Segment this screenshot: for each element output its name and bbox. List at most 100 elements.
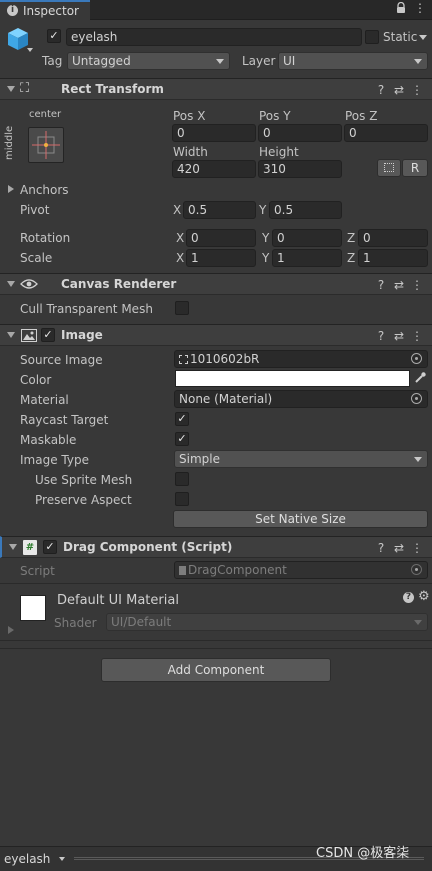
component-title: Image — [61, 328, 103, 342]
tab-inspector[interactable]: i Inspector — [0, 0, 90, 21]
static-dropdown-caret-icon[interactable] — [419, 35, 427, 40]
scale-y-field[interactable]: 1 — [272, 249, 342, 267]
gear-icon[interactable]: ⚙ — [418, 590, 430, 604]
more-options-icon[interactable]: ⋮ — [408, 327, 426, 345]
icon-dropdown-caret-icon[interactable] — [27, 48, 33, 52]
height-field[interactable]: 310 — [258, 160, 342, 178]
eyedropper-icon[interactable] — [413, 371, 427, 385]
rotation-y-field[interactable]: 0 — [272, 229, 342, 247]
anchors-fold-arrow-icon[interactable] — [8, 185, 14, 193]
shader-label: Shader — [54, 616, 97, 630]
help-icon[interactable]: ? — [372, 539, 390, 557]
raycast-target-checkbox[interactable]: ✓ — [175, 412, 189, 426]
presets-icon[interactable]: ⇄ — [390, 539, 408, 557]
shader-value: UI/Default — [111, 615, 172, 629]
pos-x-field[interactable]: 0 — [172, 124, 256, 142]
static-checkbox[interactable] — [365, 30, 379, 44]
static-label: Static — [383, 30, 418, 44]
scale-x-field[interactable]: 1 — [186, 249, 256, 267]
active-checkbox[interactable]: ✓ — [47, 29, 61, 43]
layer-dropdown[interactable]: UI — [278, 52, 428, 70]
material-name: Default UI Material — [57, 593, 179, 608]
anchors-label[interactable]: Anchors — [20, 182, 69, 198]
fold-arrow-icon[interactable] — [7, 86, 15, 92]
object-picker-icon[interactable] — [411, 393, 422, 404]
maskable-checkbox[interactable]: ✓ — [175, 432, 189, 446]
material-preview-thumbnail — [20, 595, 46, 621]
set-native-size-button[interactable]: Set Native Size — [173, 510, 428, 528]
presets-icon[interactable]: ⇄ — [390, 276, 408, 294]
help-icon[interactable]: ? — [403, 592, 414, 603]
material-field[interactable]: None (Material) — [174, 390, 428, 408]
fold-arrow-icon[interactable] — [9, 544, 17, 550]
material-fold-arrow-icon[interactable] — [8, 626, 14, 634]
object-name-field[interactable]: eyelash — [66, 28, 362, 46]
presets-icon[interactable]: ⇄ — [390, 327, 408, 345]
help-icon[interactable]: ? — [372, 81, 390, 99]
more-options-icon[interactable]: ⋮ — [408, 276, 426, 294]
color-swatch[interactable] — [175, 370, 410, 387]
image-type-dropdown[interactable]: Simple — [174, 450, 428, 468]
pivot-x-label: X — [173, 203, 182, 217]
add-component-button[interactable]: Add Component — [101, 658, 331, 682]
pos-z-label: Pos Z — [345, 109, 378, 123]
rotation-label: Rotation — [20, 231, 71, 245]
presets-icon[interactable]: ⇄ — [390, 81, 408, 99]
rotation-x-label: X — [176, 231, 185, 245]
footer-object-selector[interactable]: eyelash — [4, 851, 68, 867]
more-options-icon[interactable]: ⋮ — [414, 1, 426, 15]
pos-z-field[interactable]: 0 — [344, 124, 428, 142]
script-field: DragComponent — [174, 561, 428, 579]
cull-transparent-mesh-checkbox[interactable] — [175, 301, 189, 315]
image-type-label: Image Type — [20, 453, 89, 467]
anchor-preset-icon — [32, 131, 60, 159]
rect-transform-header[interactable]: ⛶ Rect Transform ? ⇄ ⋮ — [0, 78, 432, 100]
canvas-renderer-header[interactable]: Canvas Renderer ? ⇄ ⋮ — [0, 273, 432, 295]
pivot-y-field[interactable]: 0.5 — [269, 201, 342, 219]
material-value: None (Material) — [179, 392, 273, 406]
pos-y-label: Pos Y — [259, 109, 291, 123]
fold-arrow-icon[interactable] — [7, 332, 15, 338]
maskable-label: Maskable — [20, 433, 77, 447]
scale-link-icon[interactable] — [8, 253, 16, 263]
help-icon[interactable]: ? — [372, 327, 390, 345]
rotation-x-field[interactable]: 0 — [186, 229, 256, 247]
image-enabled-checkbox[interactable]: ✓ — [41, 328, 55, 342]
tag-label: Tag — [42, 54, 63, 68]
pos-y-field[interactable]: 0 — [258, 124, 342, 142]
scale-z-field[interactable]: 1 — [358, 249, 428, 267]
script-icon: # — [23, 540, 37, 555]
more-options-icon[interactable]: ⋮ — [408, 81, 426, 99]
use-sprite-mesh-label: Use Sprite Mesh — [35, 473, 133, 487]
image-type-value: Simple — [179, 452, 220, 466]
shader-dropdown: UI/Default — [106, 613, 428, 631]
rotation-z-field[interactable]: 0 — [358, 229, 428, 247]
lock-icon[interactable] — [396, 1, 406, 14]
component-title: Canvas Renderer — [61, 277, 177, 291]
blueprint-mode-button[interactable] — [377, 159, 401, 177]
blueprint-icon — [384, 163, 394, 172]
image-icon — [21, 329, 37, 342]
help-icon[interactable]: ? — [372, 276, 390, 294]
pivot-y-label: Y — [259, 203, 267, 217]
height-label: Height — [259, 145, 299, 159]
source-image-field[interactable]: 1010602bR — [174, 350, 428, 368]
chevron-down-icon — [414, 59, 422, 64]
fold-arrow-icon[interactable] — [7, 281, 15, 287]
image-header[interactable]: ✓ Image ? ⇄ ⋮ — [0, 324, 432, 346]
pivot-x-field[interactable]: 0.5 — [183, 201, 256, 219]
use-sprite-mesh-checkbox[interactable] — [175, 472, 189, 486]
tag-dropdown[interactable]: Untagged — [67, 52, 230, 70]
drag-component-header[interactable]: # ✓ Drag Component (Script) ? ⇄ ⋮ — [0, 536, 432, 558]
raw-edit-button[interactable]: R — [402, 159, 428, 177]
source-image-label: Source Image — [20, 353, 103, 367]
preserve-aspect-checkbox[interactable] — [175, 492, 189, 506]
more-options-icon[interactable]: ⋮ — [408, 539, 426, 557]
anchor-presets-button[interactable] — [28, 127, 64, 163]
width-field[interactable]: 420 — [172, 160, 256, 178]
pivot-label: Pivot — [20, 203, 50, 217]
rotation-y-label: Y — [262, 231, 270, 245]
object-picker-icon[interactable] — [411, 353, 422, 364]
drag-component-enabled-checkbox[interactable]: ✓ — [43, 540, 57, 554]
chevron-down-icon — [59, 857, 65, 861]
